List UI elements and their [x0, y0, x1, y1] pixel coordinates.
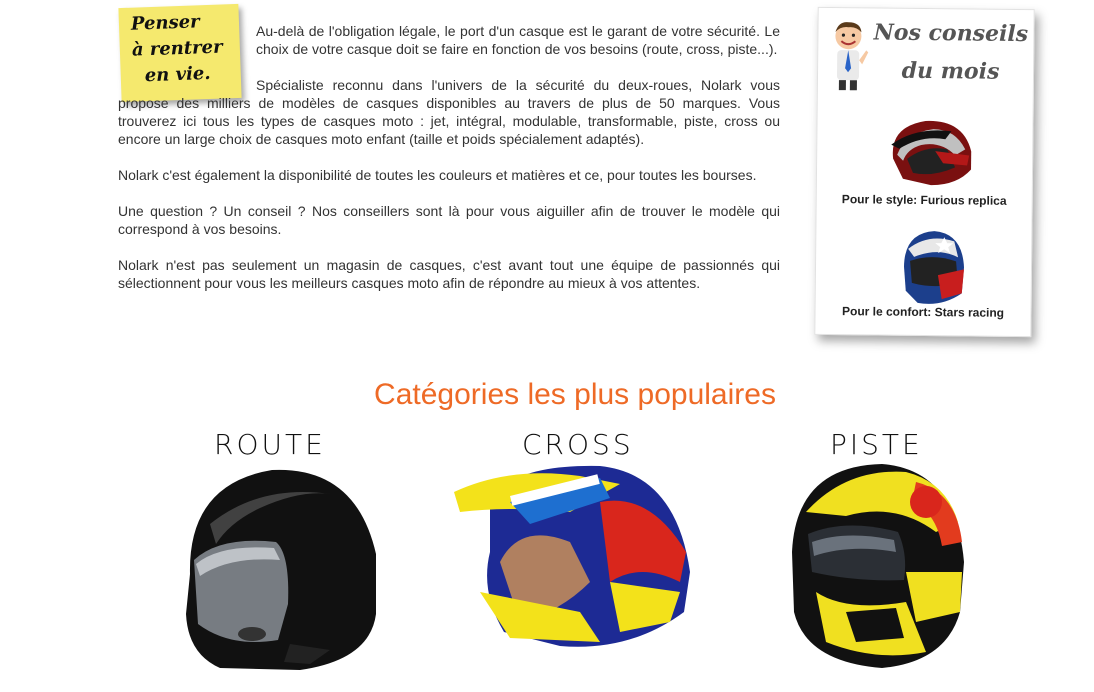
- intro-paragraph: Nolark c'est également la disponibilité …: [118, 167, 757, 183]
- intro-paragraph: Spécialiste reconnu dans l'univers de la…: [118, 77, 780, 147]
- intro-paragraph: Une question ? Un conseil ? Nos conseill…: [118, 203, 780, 237]
- category-label-cross[interactable]: CROSS: [522, 428, 634, 461]
- category-label-piste[interactable]: PISTE: [830, 428, 923, 461]
- advice-caption: Pour le confort: Stars racing: [841, 304, 1005, 320]
- furious-replica-helmet-icon[interactable]: [885, 115, 976, 192]
- route-helmet-icon[interactable]: [180, 464, 380, 674]
- stars-racing-helmet-icon[interactable]: [898, 227, 969, 310]
- intro-paragraph: Au-delà de l'obligation légale, le port …: [256, 23, 780, 57]
- intro-text: Au-delà de l'obligation légale, le port …: [118, 22, 780, 310]
- advisor-icon: [835, 22, 869, 91]
- advice-title: Nos conseils du mois: [868, 16, 1034, 88]
- advice-card: Nos conseils du mois Pour le style: Furi…: [814, 6, 1035, 338]
- advice-caption: Pour le style: Furious replica: [841, 192, 1007, 208]
- advice-title-line: Nos conseils: [873, 19, 1029, 48]
- category-label-route[interactable]: ROUTE: [214, 428, 326, 461]
- intro-paragraph: Nolark n'est pas seulement un magasin de…: [118, 257, 780, 291]
- categories-title: Catégories les plus populaires: [374, 378, 776, 411]
- piste-helmet-icon[interactable]: [786, 462, 966, 672]
- advice-title-line: du mois: [901, 57, 1000, 85]
- cross-helmet-icon[interactable]: [450, 462, 700, 652]
